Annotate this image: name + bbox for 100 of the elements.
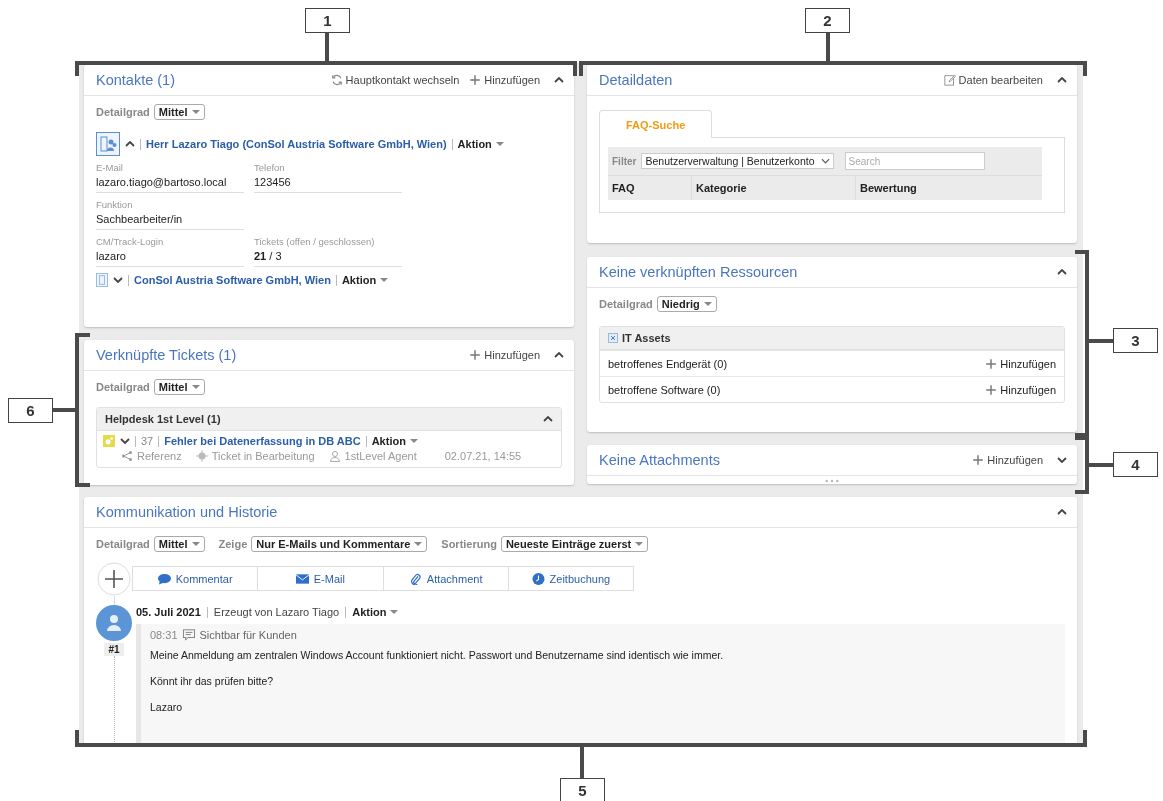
caret-icon xyxy=(390,610,399,614)
filter-label: Sortierung xyxy=(441,538,497,550)
resource-type: betroffene Software (0) xyxy=(608,383,721,396)
add-link[interactable]: Hinzufügen xyxy=(469,74,540,86)
filter-label: Detailgrad xyxy=(96,538,150,550)
search-field[interactable]: Search xyxy=(844,152,985,170)
relation-text: Referenz xyxy=(137,450,182,462)
detail-label: Detailgrad xyxy=(96,381,150,393)
add-link[interactable]: Hinzufügen xyxy=(469,349,540,361)
paperclip-icon xyxy=(408,572,422,585)
collapse-icon[interactable] xyxy=(1057,77,1067,83)
action-menu[interactable]: Aktion xyxy=(352,606,399,618)
column-header: Bewertung xyxy=(859,181,918,196)
field-label: Funktion xyxy=(96,199,134,210)
create-button[interactable]: E-Mail xyxy=(258,567,384,590)
filter-dropdown[interactable]: Mittel xyxy=(153,536,205,552)
panel-title: Detaildaten xyxy=(599,72,673,88)
ticket-icon xyxy=(103,435,115,447)
resource-type: betroffenes Endgerät (0) xyxy=(608,357,728,370)
expand-icon[interactable] xyxy=(113,277,123,283)
expand-icon[interactable] xyxy=(125,141,135,147)
action-menu[interactable]: Aktion xyxy=(371,435,418,447)
field-value: 21 / 3 xyxy=(254,250,283,262)
group-title: IT Assets xyxy=(622,332,671,344)
filter-dropdown[interactable]: Neueste Einträge zuerst xyxy=(500,536,649,552)
filter-label: Zeige xyxy=(218,538,248,550)
caret-icon xyxy=(409,439,418,443)
group-title: Helpdesk 1st Level (1) xyxy=(105,413,221,425)
contact-name-link[interactable]: Herr Lazaro Tiago (ConSol Austria Software GmbH, Wien) xyxy=(146,138,447,150)
detail-dropdown[interactable]: Niedrig xyxy=(656,296,717,312)
callout-label: 2 xyxy=(805,8,850,33)
field-label: E-Mail xyxy=(96,162,124,173)
refresh-icon xyxy=(330,74,343,86)
create-button[interactable]: Kommentar xyxy=(133,567,259,590)
caret-icon xyxy=(380,278,389,282)
chevron-icon xyxy=(820,158,830,164)
callout-label: 5 xyxy=(560,778,605,801)
filter-dropdown[interactable]: Nur E-Mails und Kommentare xyxy=(251,536,428,552)
create-button[interactable]: Attachment xyxy=(383,567,509,590)
action-menu[interactable]: Aktion xyxy=(457,138,504,150)
share-icon xyxy=(121,450,133,462)
add-button[interactable] xyxy=(97,562,131,596)
message-text: Könnt ihr das prüfen bitte? xyxy=(150,675,275,687)
caret-icon xyxy=(495,142,504,146)
detail-label: Detailgrad xyxy=(96,106,150,118)
collapse-icon[interactable] xyxy=(1057,509,1067,515)
clock-icon xyxy=(531,572,545,585)
status-text: Ticket in Bearbeitung xyxy=(211,450,315,462)
column-header: Kategorie xyxy=(692,176,856,200)
collapse-icon[interactable] xyxy=(543,416,553,422)
plus-icon xyxy=(469,349,482,361)
plus-icon xyxy=(985,357,998,370)
column-header: FAQ xyxy=(608,176,692,200)
add-link[interactable]: Hinzufügen xyxy=(972,454,1043,466)
caret-icon xyxy=(191,110,200,114)
collapse-icon[interactable] xyxy=(554,77,564,83)
agent-text: 1stLevel Agent xyxy=(344,450,417,462)
filter-select[interactable]: Benutzerverwaltung | Benutzerkonto xyxy=(641,153,834,169)
crosshair-icon xyxy=(195,450,208,462)
field-label: CM/Track-Login xyxy=(96,236,165,247)
switch-contact-link[interactable]: Hauptkontakt wechseln xyxy=(330,74,460,86)
expand-icon[interactable] xyxy=(1057,457,1067,463)
edit-data-link[interactable]: Daten bearbeiten xyxy=(943,74,1043,86)
detail-dropdown[interactable]: Mittel xyxy=(153,104,205,120)
avatar xyxy=(96,605,132,641)
field-value: Sachbearbeiter/in xyxy=(96,213,184,225)
detail-label: Detailgrad xyxy=(599,298,653,310)
field-label: Tickets (offen / geschlossen) xyxy=(254,236,376,247)
message-text: Lazaro xyxy=(150,701,184,713)
create-button[interactable]: Zeitbuchung xyxy=(508,567,633,590)
expand-icon[interactable] xyxy=(120,438,130,444)
collapse-icon[interactable] xyxy=(1057,269,1067,275)
user-icon xyxy=(328,450,341,462)
filter-label: Filter xyxy=(612,155,637,167)
callout-label: 6 xyxy=(8,398,53,423)
panel-title: Keine Attachments xyxy=(599,452,720,468)
field-value: lazaro xyxy=(96,250,127,262)
panel-title: Keine verknüpften Ressourcen xyxy=(599,264,798,280)
ticket-number: 37 xyxy=(141,435,154,447)
caret-icon xyxy=(635,542,644,546)
company-name-link[interactable]: ConSol Austria Software GmbH, Wien xyxy=(134,274,331,286)
plus-icon xyxy=(985,383,998,396)
asset-icon xyxy=(608,333,618,343)
field-value: lazaro.tiago@bartoso.local xyxy=(96,176,228,188)
callout-label: 3 xyxy=(1113,328,1158,353)
detail-dropdown[interactable]: Mittel xyxy=(153,379,205,395)
panel-title: Verknüpfte Tickets (1) xyxy=(96,347,237,363)
ticket-title-link[interactable]: Fehler bei Datenerfassung in DB ABC xyxy=(164,435,361,447)
add-link[interactable]: Hinzufügen xyxy=(985,357,1056,370)
add-link[interactable]: Hinzufügen xyxy=(985,383,1056,396)
plus-icon xyxy=(469,74,482,86)
entry-time: 08:31 xyxy=(150,629,178,641)
caret-icon xyxy=(191,542,200,546)
callout-label: 1 xyxy=(305,8,350,33)
panel-title: Kommunikation und Historie xyxy=(96,504,278,520)
entry-number: #1 xyxy=(104,643,124,656)
collapse-icon[interactable] xyxy=(554,352,564,358)
field-value: 123456 xyxy=(254,176,292,188)
action-menu[interactable]: Aktion xyxy=(341,274,389,286)
caret-icon xyxy=(414,542,423,546)
